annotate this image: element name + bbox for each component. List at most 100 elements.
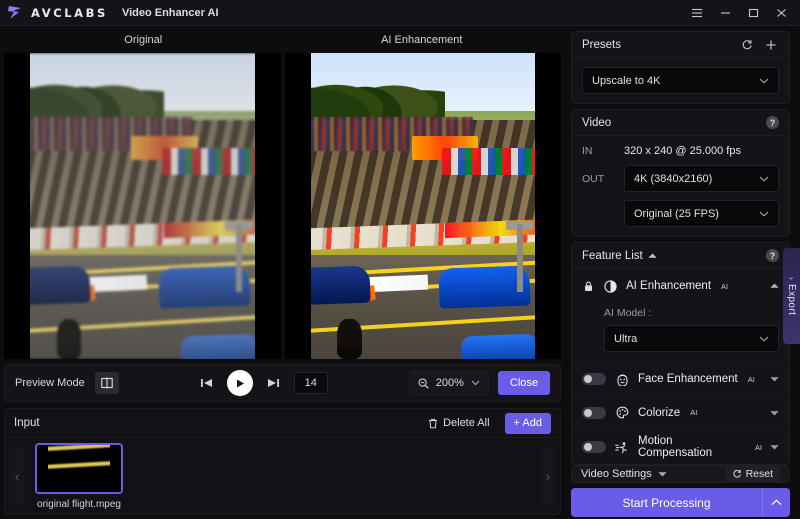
presets-header: Presets — [572, 32, 789, 58]
close-window-button[interactable] — [768, 2, 794, 24]
video-title: Video — [582, 116, 612, 129]
chevron-down-icon — [759, 176, 769, 182]
preview-labels: Original AI Enhancement — [4, 26, 561, 53]
reset-button[interactable]: Reset — [724, 466, 780, 482]
trash-icon — [428, 418, 438, 429]
export-tab[interactable]: › Export — [783, 248, 800, 344]
frame-number-input[interactable]: 14 — [293, 372, 328, 394]
feature-name-colorize: Colorize — [638, 406, 681, 419]
scroll-right-button[interactable]: › — [540, 448, 556, 504]
contrast-icon — [602, 279, 618, 293]
feature-list-header[interactable]: Feature List ? — [572, 243, 789, 269]
hamburger-icon[interactable] — [684, 2, 710, 24]
add-file-button[interactable]: + Add — [504, 412, 551, 434]
resolution-value: 4K (3840x2160) — [634, 172, 713, 185]
feature-list-body: AI Enhancement AI AI Model : Ultra Face … — [572, 269, 789, 464]
avclabs-logo-icon — [6, 5, 24, 21]
transport-controls: 14 — [200, 370, 328, 396]
refresh-icon[interactable] — [738, 36, 755, 53]
previous-frame-icon[interactable] — [200, 377, 213, 389]
preview-pane-original[interactable] — [4, 53, 281, 359]
export-tab-label: Export — [786, 283, 797, 315]
preview-panes — [4, 53, 561, 359]
preview-toolbar: Preview Mode 14 200% Close — [4, 364, 561, 402]
preview-mode-label: Preview Mode — [15, 377, 85, 389]
ai-model-value: Ultra — [614, 332, 638, 345]
video-thumbnail[interactable] — [35, 442, 123, 494]
thumbnail-filename: original flight.mpeg — [37, 498, 121, 510]
zoom-icon — [418, 377, 429, 389]
help-icon[interactable]: ? — [766, 116, 779, 129]
original-video-frame — [4, 53, 281, 359]
ai-badge: AI — [721, 281, 729, 291]
lock-icon — [582, 281, 594, 292]
chevron-up-icon — [648, 252, 657, 259]
input-title: Input — [14, 417, 40, 429]
scroll-left-button[interactable]: ‹ — [9, 448, 25, 504]
feature-name-face-enhancement: Face Enhancement — [638, 373, 738, 385]
video-out-label: OUT — [582, 172, 605, 185]
ai-model-label: AI Model : — [604, 307, 652, 319]
feature-row-motion-compensation[interactable]: Motion Compensation AI — [572, 430, 789, 464]
input-body: ‹ original flight.mpeg › — [5, 438, 560, 514]
video-settings-bar[interactable]: Video Settings Reset — [571, 465, 790, 483]
ai-model-select[interactable]: Ultra — [604, 325, 779, 352]
feature-row-ai-enhancement[interactable]: AI Enhancement AI — [572, 269, 789, 303]
chevron-up-icon[interactable] — [762, 488, 790, 517]
video-in-value: 320 x 240 @ 25.000 fps — [624, 145, 741, 157]
toggle-motion-compensation[interactable] — [582, 441, 606, 453]
video-out-row: OUT 4K (3840x2160) — [582, 165, 779, 192]
preset-select[interactable]: Upscale to 4K — [582, 67, 779, 94]
zoom-control[interactable]: 200% — [408, 371, 489, 395]
next-frame-icon[interactable] — [267, 377, 280, 389]
feature-name-motion-compensation: Motion Compensation — [638, 435, 713, 459]
start-processing-button[interactable]: Start Processing — [571, 488, 762, 517]
zoom-value: 200% — [435, 377, 464, 389]
video-settings-label: Video Settings — [581, 468, 652, 480]
chevron-down-icon — [471, 380, 480, 386]
close-preview-button[interactable]: Close — [497, 371, 550, 395]
presets-body: Upscale to 4K — [572, 58, 789, 103]
ai-model-block: AI Model : Ultra — [572, 303, 789, 362]
ai-badge: AI — [754, 442, 762, 452]
feature-row-colorize[interactable]: Colorize AI — [572, 396, 789, 430]
preset-selected-value: Upscale to 4K — [592, 74, 661, 87]
ai-badge: AI — [747, 374, 755, 384]
letterbox-bars — [37, 444, 121, 492]
toggle-face-enhancement[interactable] — [582, 373, 606, 385]
delete-all-button[interactable]: Delete All — [421, 414, 496, 432]
maximize-button[interactable] — [740, 2, 766, 24]
help-icon[interactable]: ? — [766, 249, 779, 262]
chevron-down-icon — [759, 78, 769, 84]
minimize-button[interactable] — [712, 2, 738, 24]
chevron-down-icon — [759, 336, 769, 342]
presets-card: Presets Upscale to 4K — [571, 31, 790, 104]
video-body: IN 320 x 240 @ 25.000 fps OUT 4K (3840x2… — [572, 136, 789, 236]
palette-icon — [614, 406, 630, 419]
toggle-colorize[interactable] — [582, 406, 606, 419]
chevron-down-icon[interactable] — [770, 410, 779, 416]
play-button[interactable] — [226, 370, 253, 396]
chevron-down-icon[interactable] — [770, 444, 779, 450]
feature-list-title: Feature List — [582, 249, 643, 262]
titlebar: AVCLABS Video Enhancer AI — [0, 0, 800, 26]
chevron-down-icon[interactable] — [770, 376, 779, 382]
feature-row-face-enhancement[interactable]: Face Enhancement AI — [572, 362, 789, 396]
delete-all-label: Delete All — [443, 417, 490, 429]
reset-icon — [732, 469, 742, 479]
preview-label-original: Original — [124, 33, 163, 46]
plus-icon[interactable] — [762, 36, 779, 53]
input-section: Input Delete All + Add ‹ original flight… — [4, 408, 561, 515]
list-item[interactable]: original flight.mpeg — [33, 442, 125, 510]
framerate-select[interactable]: Original (25 FPS) — [624, 200, 779, 227]
thumbnail-list: original flight.mpeg — [25, 438, 540, 514]
split-view-icon[interactable] — [94, 372, 119, 394]
video-header: Video ? — [572, 110, 789, 136]
video-card: Video ? IN 320 x 240 @ 25.000 fps OUT 4K… — [571, 109, 790, 237]
chevron-up-icon[interactable] — [770, 283, 779, 289]
enhanced-video-frame — [284, 53, 561, 359]
preview-pane-enhanced[interactable] — [284, 53, 561, 359]
framerate-value: Original (25 FPS) — [634, 207, 719, 220]
video-in-label: IN — [582, 145, 593, 157]
resolution-select[interactable]: 4K (3840x2160) — [624, 165, 779, 192]
